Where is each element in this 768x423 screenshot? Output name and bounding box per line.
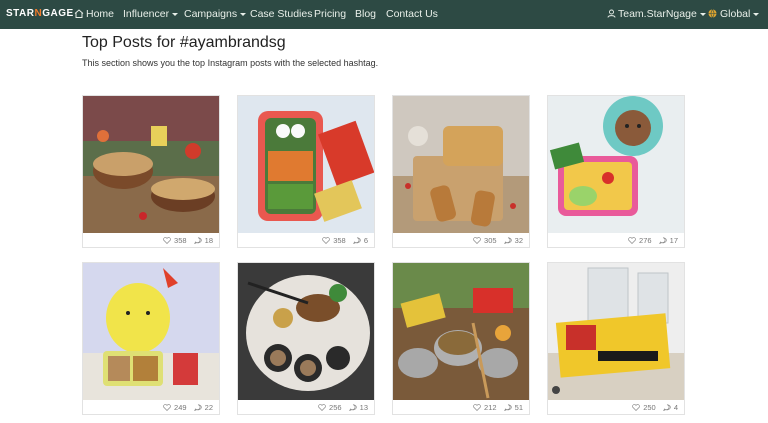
heart-icon	[473, 237, 481, 244]
nav-influencer-label: Influencer	[123, 8, 170, 20]
heart-icon	[322, 237, 331, 244]
heart-icon	[318, 404, 326, 411]
nav-case-studies-label: Case Studies	[250, 8, 313, 20]
account-label: Team.StarNgage	[618, 8, 697, 20]
likes-count: 256	[329, 403, 342, 412]
post-card[interactable]: 256 13	[237, 262, 375, 415]
likes-count: 250	[643, 403, 656, 412]
post-stats: 212 51	[473, 403, 523, 412]
page-title: Top Posts for #ayambrandsg	[82, 34, 286, 51]
comments-count: 32	[514, 236, 523, 245]
home-icon	[74, 9, 84, 18]
post-card[interactable]: 276 17	[547, 95, 685, 248]
likes-count: 212	[484, 403, 497, 412]
post-stats: 305 32	[473, 236, 523, 245]
post-image[interactable]	[393, 263, 529, 400]
post-image[interactable]	[238, 263, 374, 400]
comments-count: 4	[673, 403, 678, 412]
page-subtitle: This section shows you the top Instagram…	[82, 58, 379, 68]
heart-icon	[632, 404, 641, 411]
post-card[interactable]: 305 32	[392, 95, 530, 248]
nav-influencer[interactable]: Influencer	[123, 8, 179, 20]
post-image[interactable]	[238, 96, 374, 233]
comments-count: 18	[204, 236, 213, 245]
nav-blog[interactable]: Blog	[355, 8, 376, 20]
globe-icon	[708, 9, 717, 18]
comments-count: 22	[204, 403, 213, 412]
nav-blog-label: Blog	[355, 8, 377, 20]
likes-count: 305	[484, 236, 497, 245]
nav-pricing-label: Pricing	[314, 8, 347, 20]
post-card[interactable]: 358 18	[82, 95, 220, 248]
post-stats: 256 13	[318, 403, 368, 412]
account-menu[interactable]: Team.StarNgage	[607, 8, 706, 20]
likes-count: 358	[333, 236, 346, 245]
nav-case-studies[interactable]: Case Studies	[250, 8, 312, 20]
heart-icon	[163, 237, 171, 244]
comments-count: 17	[669, 236, 678, 245]
likes-count: 358	[174, 236, 187, 245]
nav-campaigns[interactable]: Campaigns	[184, 8, 247, 20]
comments-count: 51	[514, 403, 523, 412]
comments-count: 6	[363, 236, 368, 245]
nav-contact[interactable]: Contact Us	[386, 8, 438, 20]
comment-icon	[662, 404, 671, 412]
post-image[interactable]	[548, 96, 684, 233]
starngage-logo[interactable]: STARNGAGE	[6, 8, 74, 19]
top-navbar: STARNGAGE Home Influencer Campaigns Case…	[0, 0, 768, 29]
comment-icon	[658, 237, 667, 245]
comment-icon	[503, 237, 512, 245]
region-label: Global	[720, 8, 751, 20]
post-stats: 249 22	[163, 403, 213, 412]
post-card[interactable]: 250 4	[547, 262, 685, 415]
comment-icon	[352, 237, 361, 245]
comment-icon	[503, 404, 512, 412]
comments-count: 13	[359, 403, 368, 412]
post-stats: 276 17	[628, 236, 678, 245]
comment-icon	[193, 404, 202, 412]
nav-home-label: Home	[86, 8, 115, 20]
comment-icon	[193, 237, 202, 245]
post-card[interactable]: 358 6	[237, 95, 375, 248]
likes-count: 249	[174, 403, 187, 412]
nav-home[interactable]: Home	[74, 8, 114, 20]
heart-icon	[628, 237, 636, 244]
chevron-down-icon	[172, 12, 179, 16]
heart-icon	[473, 404, 481, 411]
post-card[interactable]: 212 51	[392, 262, 530, 415]
post-image[interactable]	[83, 263, 219, 400]
post-stats: 358 18	[163, 236, 213, 245]
post-image[interactable]	[393, 96, 529, 233]
nav-campaigns-label: Campaigns	[184, 8, 238, 20]
comment-icon	[348, 404, 357, 412]
heart-icon	[163, 404, 171, 411]
likes-count: 276	[639, 236, 652, 245]
region-menu[interactable]: Global	[708, 8, 760, 20]
post-stats: 250 4	[632, 403, 678, 412]
post-card[interactable]: 249 22	[82, 262, 220, 415]
post-image[interactable]	[548, 263, 684, 400]
user-icon	[607, 9, 616, 18]
chevron-down-icon	[699, 12, 706, 16]
chevron-down-icon	[753, 12, 760, 16]
post-image[interactable]	[83, 96, 219, 233]
post-stats: 358 6	[322, 236, 368, 245]
chevron-down-icon	[240, 12, 247, 16]
nav-contact-label: Contact Us	[386, 8, 438, 20]
nav-pricing[interactable]: Pricing	[314, 8, 346, 20]
